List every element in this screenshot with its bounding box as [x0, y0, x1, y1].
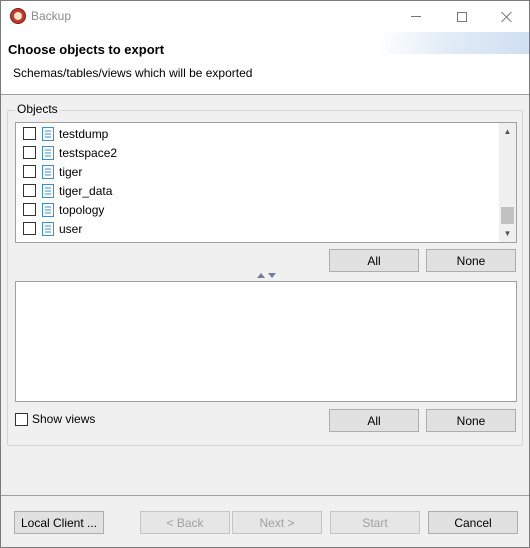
show-views-checkbox[interactable]	[15, 412, 28, 426]
list-item[interactable]: testdump	[16, 124, 500, 143]
wizard-header: Choose objects to export Schemas/tables/…	[1, 32, 529, 95]
splitter-down-icon	[267, 273, 276, 278]
minimize-icon	[411, 16, 421, 17]
select-all-objects-button[interactable]: All	[329, 249, 419, 272]
maximize-icon	[457, 11, 467, 22]
scroll-up-icon[interactable]: ▲	[499, 123, 516, 140]
start-button[interactable]: Start	[330, 511, 420, 534]
list-item-label: topology	[59, 202, 105, 217]
cancel-button[interactable]: Cancel	[428, 511, 518, 534]
next-button[interactable]: Next >	[232, 511, 322, 534]
title-bar: Backup	[1, 1, 529, 32]
scroll-down-icon[interactable]: ▼	[499, 225, 516, 242]
back-button[interactable]: < Back	[140, 511, 230, 534]
schema-icon	[42, 126, 54, 141]
window-title: Backup	[31, 9, 72, 23]
select-none-objects-button[interactable]: None	[426, 249, 516, 272]
list-item-label: testspace2	[59, 145, 118, 160]
close-button[interactable]	[484, 1, 530, 32]
page-title: Choose objects to export	[8, 42, 165, 57]
list-item[interactable]: testspace2	[16, 143, 500, 162]
list-item-label: tiger	[59, 164, 83, 179]
list-item-checkbox[interactable]	[23, 203, 36, 216]
scroll-thumb[interactable]	[501, 207, 514, 224]
schema-icon	[42, 145, 54, 160]
select-none-tables-button[interactable]: None	[426, 409, 516, 432]
splitter-handle[interactable]	[254, 273, 278, 281]
page-subtitle: Schemas/tables/views which will be expor…	[13, 66, 253, 80]
list-item[interactable]: tiger	[16, 162, 500, 181]
show-views-toggle[interactable]: Show views	[15, 412, 95, 426]
list-item-checkbox[interactable]	[23, 184, 36, 197]
schema-icon	[42, 183, 54, 198]
list-item-label: user	[59, 221, 83, 236]
tables-list[interactable]	[15, 281, 517, 402]
schema-icon	[42, 202, 54, 217]
list-item-checkbox[interactable]	[23, 165, 36, 178]
schema-icon	[42, 164, 54, 179]
splitter-up-icon	[256, 273, 265, 278]
list-item[interactable]: user	[16, 219, 500, 238]
header-banner-graphic	[379, 32, 529, 54]
select-all-tables-button[interactable]: All	[329, 409, 419, 432]
close-icon	[501, 11, 513, 23]
backup-dialog: Backup Choose objects to export Schemas/…	[0, 0, 530, 548]
list-item[interactable]: topology	[16, 200, 500, 219]
footer-divider	[1, 495, 529, 496]
objects-list-scrollbar[interactable]: ▲ ▼	[499, 123, 516, 242]
list-item-checkbox[interactable]	[23, 127, 36, 140]
show-views-label: Show views	[32, 412, 96, 426]
objects-group-label: Objects	[15, 102, 60, 116]
list-item[interactable]: tiger_data	[16, 181, 500, 200]
maximize-button[interactable]	[439, 1, 485, 32]
local-client-button[interactable]: Local Client ...	[14, 511, 104, 534]
schema-icon	[42, 221, 54, 236]
list-item-checkbox[interactable]	[23, 146, 36, 159]
list-item-label: tiger_data	[59, 183, 113, 198]
objects-list[interactable]: testdump testspace2 tiger tiger_data top…	[15, 122, 517, 243]
minimize-button[interactable]	[393, 1, 439, 32]
list-item-checkbox[interactable]	[23, 222, 36, 235]
list-item-label: testdump	[59, 126, 109, 141]
backup-app-icon	[10, 8, 26, 24]
